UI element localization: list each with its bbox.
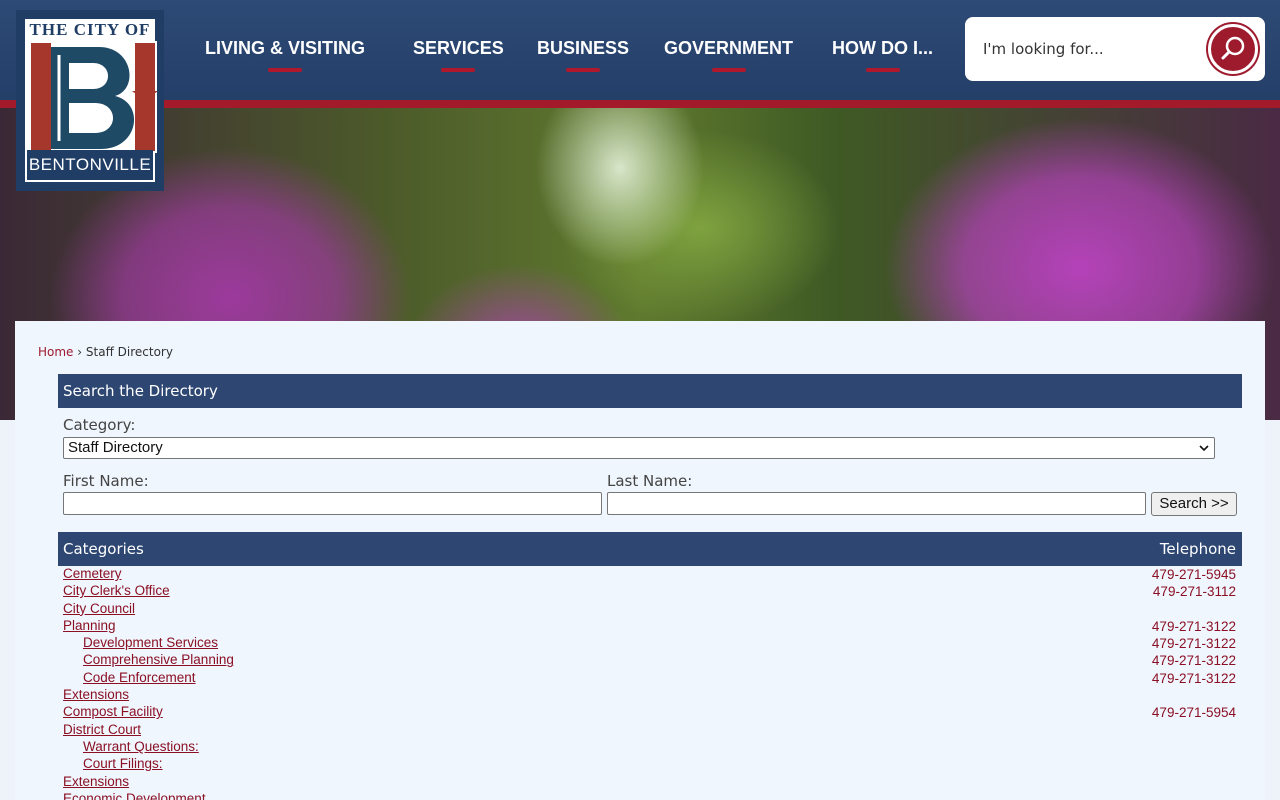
telephone-number: 479-271-3122 (1151, 653, 1236, 669)
telephone-number: 479-271-3122 (1151, 618, 1236, 634)
table-row: Economic Development (63, 791, 1237, 800)
table-row: District Court (63, 722, 1237, 739)
category-select[interactable]: Staff Directory (63, 437, 1215, 459)
nav-how-do-i[interactable]: HOW DO I... (832, 38, 933, 72)
category-link[interactable]: Comprehensive Planning (83, 652, 234, 667)
site-search (965, 17, 1265, 81)
table-row: Code Enforcement 479-271-3122 (63, 670, 1237, 687)
telephone-number: 479-271-5945 (1151, 567, 1236, 582)
last-name-label: Last Name: (607, 472, 693, 490)
logo-b-emblem (29, 41, 157, 153)
table-row: Planning 479-271-3122 (63, 618, 1237, 635)
category-link[interactable]: Code Enforcement (83, 670, 196, 685)
nav-underline (441, 68, 476, 72)
last-name-field[interactable] (607, 492, 1146, 515)
search-icon (1221, 36, 1245, 60)
nav-government[interactable]: GOVERNMENT (664, 38, 793, 72)
breadcrumb: Home › Staff Directory (38, 345, 173, 359)
nav-services[interactable]: SERVICES (413, 38, 504, 72)
directory-search-heading: Search the Directory (58, 374, 1242, 408)
nav-underline (865, 68, 900, 72)
table-row: Court Filings: (63, 756, 1237, 773)
category-link[interactable]: Extensions (63, 687, 129, 702)
telephone-number: 479-271-3122 (1151, 636, 1236, 652)
logo-top-text: THE CITY OF (29, 20, 151, 39)
telephone-number: 479-271-3112 (1152, 584, 1236, 600)
breadcrumb-home-link[interactable]: Home (38, 345, 73, 359)
chevron-down-icon (1199, 445, 1209, 452)
table-row: Cemetery 479-271-5945 (63, 566, 1237, 583)
category-link[interactable]: Warrant Questions: (83, 739, 199, 754)
category-link[interactable]: Cemetery (63, 566, 122, 581)
breadcrumb-current: Staff Directory (85, 345, 173, 359)
categories-header: Categories Telephone (58, 532, 1242, 566)
categories-header-label: Categories (63, 540, 144, 558)
category-link[interactable]: Compost Facility (63, 704, 163, 719)
category-link[interactable]: City Clerk's Office (63, 583, 170, 598)
city-logo[interactable]: THE CITY OF BENTONVILLE (16, 10, 164, 191)
table-row: Comprehensive Planning 479-271-3122 (63, 652, 1237, 669)
category-link[interactable]: Planning (63, 618, 116, 633)
table-row: City Council (63, 601, 1237, 618)
category-link[interactable]: City Council (63, 601, 135, 616)
table-row: Development Services 479-271-3122 (63, 635, 1237, 652)
table-row: Extensions (63, 687, 1237, 704)
first-name-label: First Name: (63, 472, 149, 490)
site-search-button[interactable] (1208, 24, 1258, 74)
category-label: Category: (63, 416, 136, 434)
table-row: City Clerk's Office 479-271-3112 (63, 583, 1237, 600)
nav-underline (711, 68, 746, 72)
nav-underline (566, 68, 601, 72)
category-link[interactable]: Economic Development (63, 791, 206, 800)
category-link[interactable]: Development Services (83, 635, 218, 650)
telephone-number: 479-271-3122 (1151, 670, 1236, 686)
nav-business[interactable]: BUSINESS (537, 38, 629, 72)
category-link[interactable]: District Court (63, 722, 141, 737)
table-row: Extensions (63, 774, 1237, 791)
first-name-field[interactable] (63, 492, 602, 515)
directory-search-button[interactable]: Search >> (1151, 492, 1237, 516)
table-row: Compost Facility 479-271-5954 (63, 704, 1237, 721)
category-link[interactable]: Extensions (63, 774, 129, 789)
breadcrumb-separator: › (77, 345, 83, 359)
nav-underline (268, 68, 302, 72)
site-search-input[interactable] (983, 37, 1203, 61)
telephone-header-label: Telephone (1159, 540, 1236, 558)
category-link[interactable]: Court Filings: (83, 756, 163, 771)
header-accent-band (0, 100, 1280, 108)
categories-list: Cemetery 479-271-5945 City Clerk's Office 4… (63, 566, 1237, 800)
telephone-number: 479-271-5954 (1151, 705, 1236, 721)
logo-bottom-text: BENTONVILLE (27, 150, 153, 180)
category-select-value: Staff Directory (68, 439, 163, 456)
table-row: Warrant Questions: (63, 739, 1237, 756)
nav-living-visiting[interactable]: LIVING & VISITING (205, 38, 365, 72)
